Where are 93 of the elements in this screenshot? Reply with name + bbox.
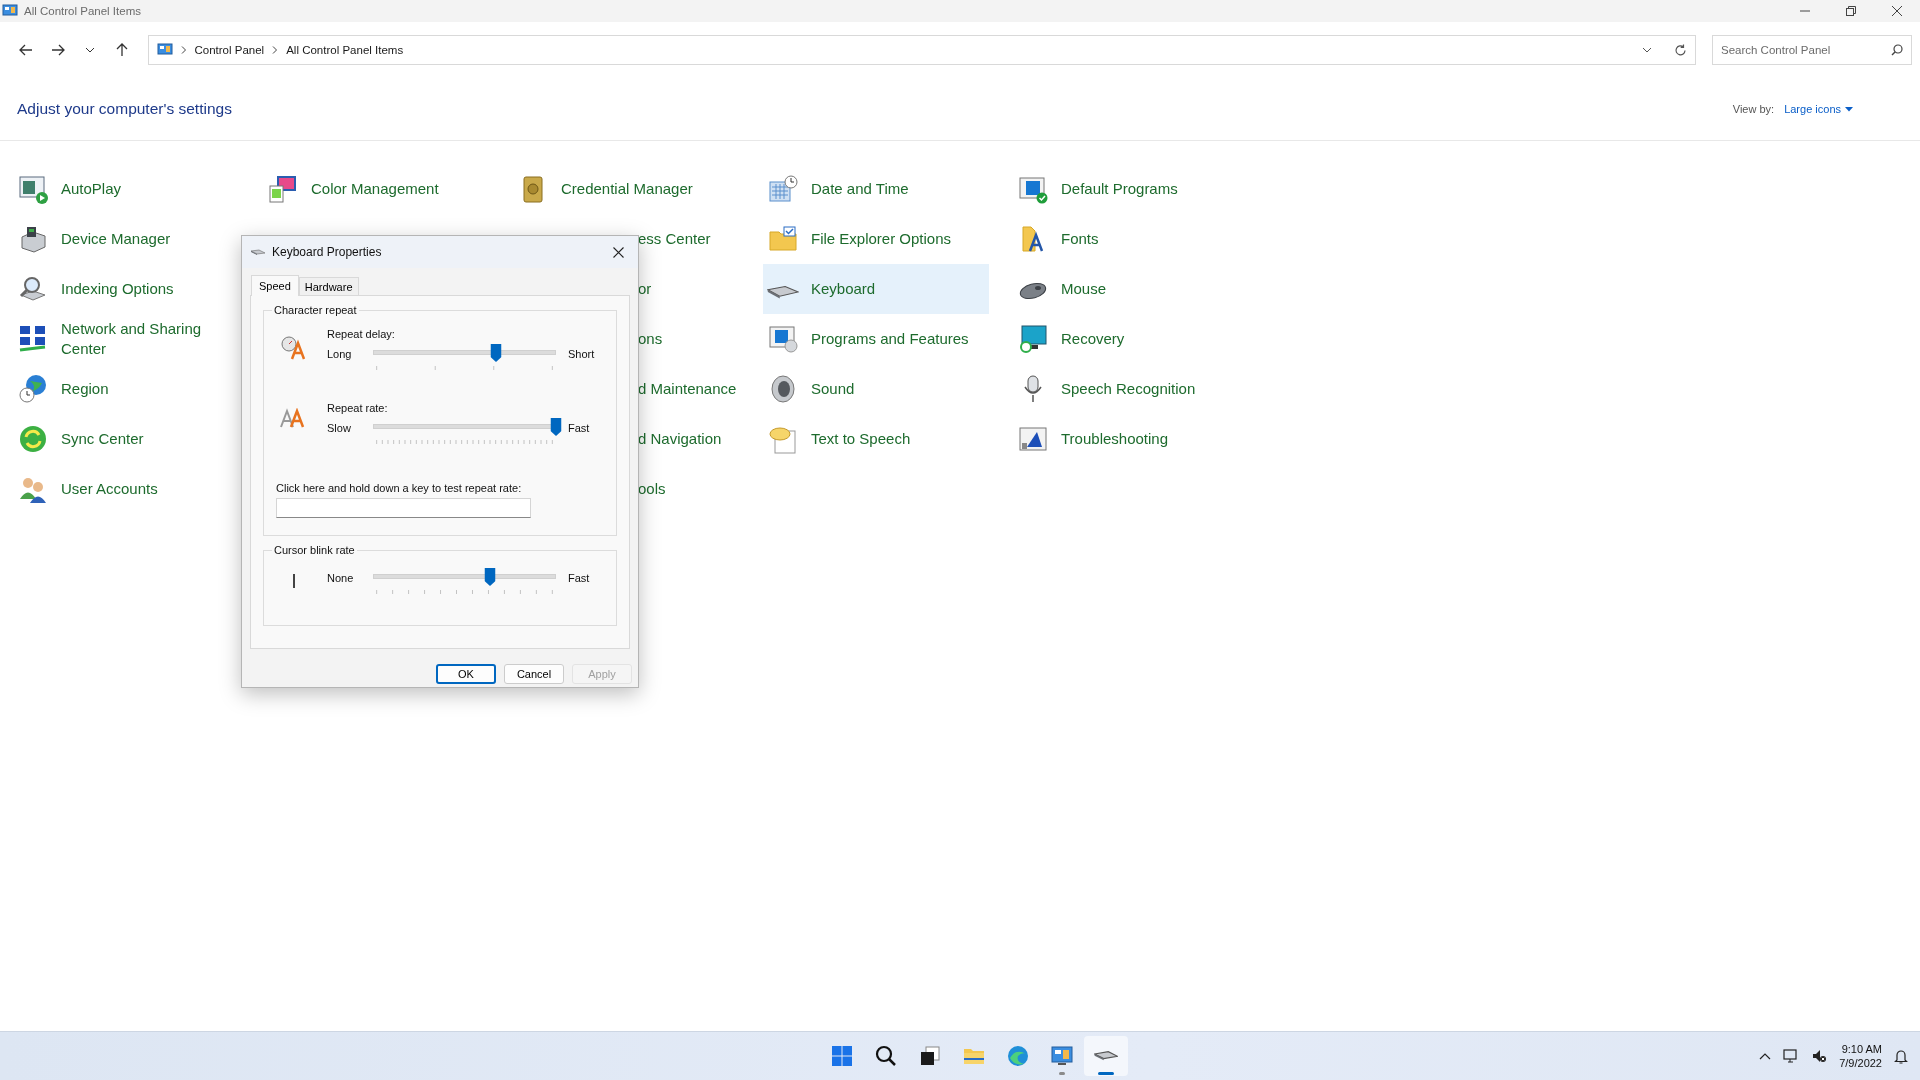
window-disc-icon (767, 323, 799, 355)
control-panel-item[interactable]: User Accounts (13, 464, 239, 514)
keyboard-icon (1094, 1051, 1118, 1061)
control-panel-icon (156, 43, 173, 57)
volume-muted-icon[interactable] (1811, 1048, 1828, 1064)
control-panel-item[interactable]: Device Manager (13, 214, 239, 264)
minimize-icon (1800, 10, 1810, 12)
view-by-dropdown[interactable]: Large icons (1784, 103, 1853, 115)
dialog-button[interactable]: OK (436, 664, 496, 684)
control-panel-item[interactable]: Keyboard (763, 264, 989, 314)
control-panel-item[interactable]: Default Programs (1013, 164, 1239, 214)
chevron-down-icon (84, 47, 95, 53)
control-panel-item[interactable]: Speech Recognition (1013, 364, 1239, 414)
slider-max-label: Short (568, 347, 596, 360)
dropdown-icon[interactable] (1641, 47, 1652, 53)
task-view-icon (918, 1044, 942, 1068)
slider-min-label: Long (327, 347, 353, 360)
caret-icon (1845, 106, 1853, 112)
control-panel-item[interactable]: ons (638, 328, 663, 350)
control-panel-item[interactable]: Color Management (263, 164, 489, 214)
slider-min-label: None (327, 571, 355, 584)
control-panel-item[interactable]: Fonts (1013, 214, 1239, 264)
sync-icon (17, 423, 49, 455)
slider-max-label: Fast (568, 421, 591, 434)
control-panel-item[interactable]: or (638, 278, 652, 300)
show-hidden-icons-button[interactable] (1759, 1052, 1772, 1060)
page-heading: Adjust your computer's settings (17, 100, 232, 118)
breadcrumb[interactable]: All Control Panel Items (286, 44, 404, 56)
calendar-clock-icon (767, 173, 799, 205)
refresh-icon[interactable] (1673, 43, 1687, 57)
slider-thumb[interactable] (490, 344, 502, 362)
control-panel-item[interactable]: Date and Time (763, 164, 989, 214)
slider-thumb[interactable] (550, 418, 562, 436)
browser-icon (1006, 1044, 1030, 1068)
slider-thumb[interactable] (484, 568, 496, 586)
control-panel-item[interactable]: Region (13, 364, 239, 414)
search-field[interactable]: Search Control Panel (1711, 35, 1912, 65)
globe-clock-icon (17, 373, 49, 405)
control-panel-item[interactable]: File Explorer Options (763, 214, 989, 264)
control-panel-item[interactable]: ools (638, 478, 666, 500)
text-cursor-icon (292, 574, 296, 588)
input-field[interactable] (276, 498, 531, 518)
dialog-title: Keyboard Properties (272, 245, 382, 259)
start-icon (830, 1044, 854, 1068)
keyboard-icon (767, 285, 799, 299)
search-icon[interactable] (1890, 44, 1903, 56)
field-label: Click here and hold down a key to test repeat rate: (276, 482, 523, 494)
control-panel-item[interactable]: d Maintenance (638, 378, 737, 400)
control-panel-item[interactable]: Troubleshooting (1013, 414, 1239, 464)
slider-label: Repeat delay: (327, 328, 396, 340)
control-panel-item[interactable]: d Navigation (638, 428, 722, 450)
color-monitor-icon (267, 173, 299, 205)
monitor-play-icon (17, 173, 49, 205)
stopwatch-letter-icon (280, 334, 306, 360)
breadcrumb[interactable]: Control Panel (194, 44, 265, 56)
notifications-icon[interactable] (1894, 1048, 1908, 1064)
tab[interactable]: Hardware (298, 277, 359, 295)
up-arrow-icon (115, 43, 128, 57)
control-panel-item[interactable]: Indexing Options (13, 264, 239, 314)
control-panel-item[interactable]: Recovery (1013, 314, 1239, 364)
back-arrow-icon (18, 44, 33, 56)
network-icon[interactable] (1783, 1048, 1800, 1064)
window-title: All Control Panel Items (24, 5, 141, 17)
keyboard-icon (250, 248, 266, 256)
control-panel-item[interactable]: ess Center (638, 228, 711, 250)
control-panel-item[interactable]: Sound (763, 364, 989, 414)
control-panel-item[interactable]: Credential Manager (513, 164, 739, 214)
chevron-icon[interactable] (272, 46, 279, 54)
slider-label: Repeat rate: (327, 402, 389, 414)
control-panel-item[interactable]: Network and Sharing Center (13, 314, 239, 364)
view-by-label: View by: (1732, 103, 1775, 115)
control-panel-item[interactable]: Mouse (1013, 264, 1239, 314)
group-title: Cursor blink rate (273, 544, 356, 556)
group-title: Character repeat (273, 304, 358, 316)
chevron-icon[interactable] (180, 46, 187, 54)
slider-max-label: Fast (568, 571, 591, 584)
forward-arrow-icon (50, 44, 65, 56)
close-icon (612, 246, 624, 258)
restore-icon (1846, 6, 1856, 16)
control-panel-icon (1050, 1044, 1074, 1068)
control-panel-item[interactable]: AutoPlay (13, 164, 239, 214)
tab[interactable]: Speed (251, 275, 299, 296)
control-panel-item[interactable]: Programs and Features (763, 314, 989, 364)
clock-time[interactable]: 9:10 AM (1841, 1041, 1882, 1056)
control-panel-item[interactable]: Text to Speech (763, 414, 989, 464)
control-panel-item[interactable]: Sync Center (13, 414, 239, 464)
search-icon (874, 1044, 898, 1068)
close-icon (1892, 6, 1902, 16)
clock-date[interactable]: 7/9/2022 (1839, 1056, 1882, 1071)
monitor-restore-icon (1017, 323, 1049, 355)
slider-min-label: Slow (327, 421, 352, 434)
address-bar[interactable]: Control Panel All Control Panel Items (147, 35, 1696, 65)
dialog-button[interactable]: Cancel (504, 664, 564, 684)
